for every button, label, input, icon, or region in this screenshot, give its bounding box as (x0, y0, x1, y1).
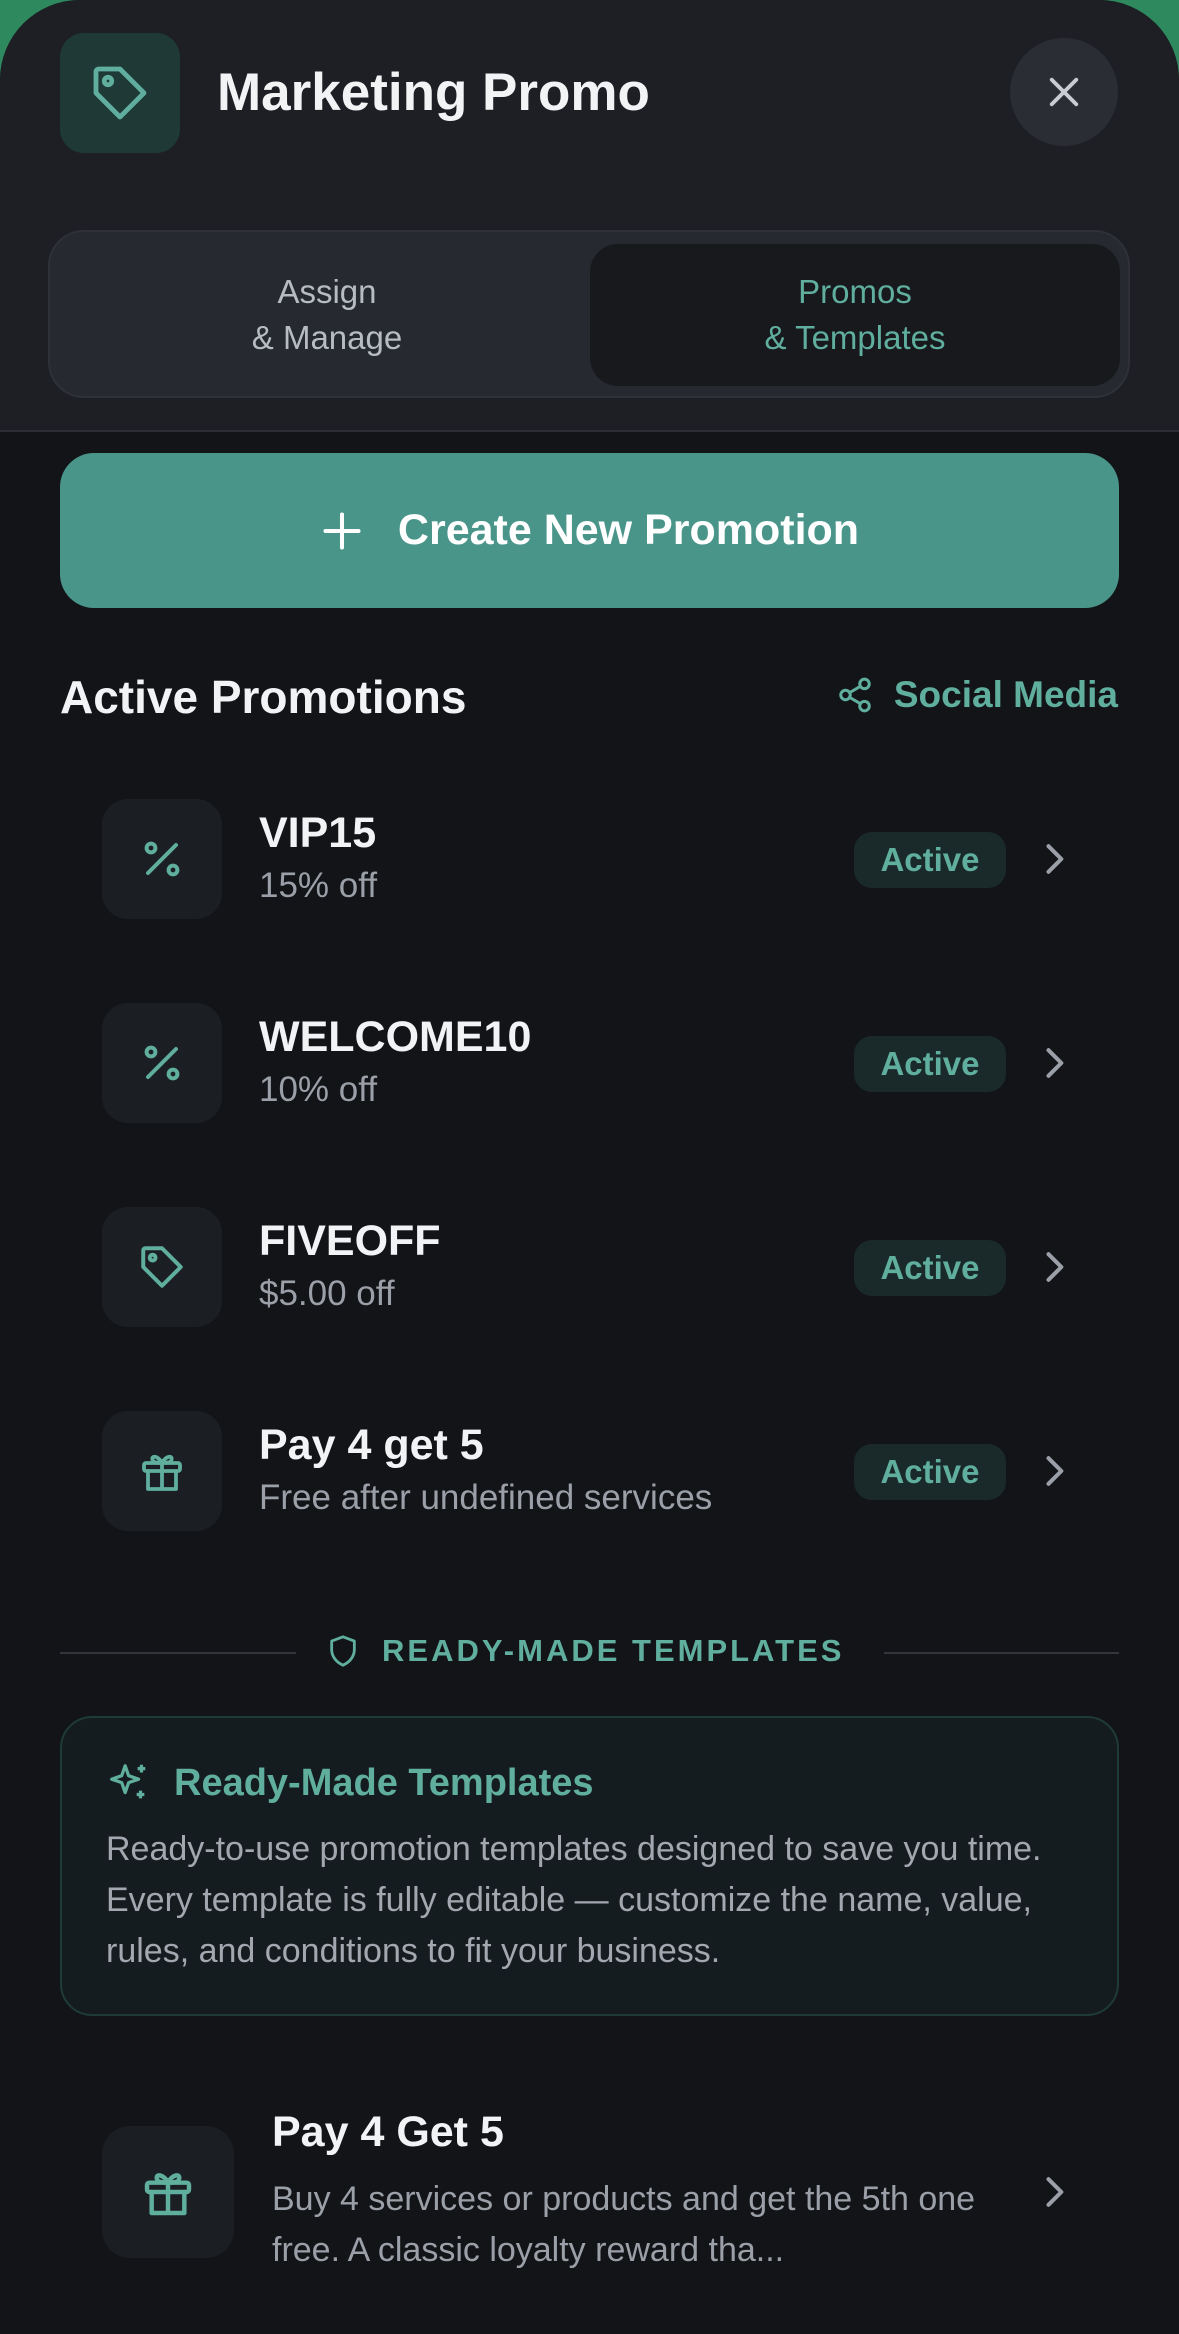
info-card-title-text: Ready-Made Templates (174, 1761, 594, 1804)
divider-line (884, 1652, 1119, 1654)
promotion-detail: Free after undefined services (259, 1478, 713, 1517)
status-badge: Active (854, 1444, 1006, 1500)
promotion-row[interactable]: VIP15 15% off Active (102, 799, 1082, 919)
chevron-right-icon (1046, 1048, 1064, 1078)
page-title: Marketing Promo (217, 63, 650, 122)
chevron-right-icon (1046, 2177, 1064, 2207)
promotion-row[interactable]: WELCOME10 10% off Active (102, 1003, 1082, 1123)
gift-icon (102, 2126, 234, 2258)
promotion-detail: $5.00 off (259, 1274, 395, 1313)
share-icon (839, 677, 871, 713)
template-description: Buy 4 services or products and get the 5… (272, 2180, 976, 2269)
promo-sheet: Marketing Promo Assign & Manage Promos &… (0, 0, 1179, 2334)
info-card-body: Ready-to-use promotion templates designe… (106, 1830, 1042, 1970)
social-media-label: Social Media (893, 674, 1118, 715)
close-icon (1049, 77, 1079, 107)
promotion-name: Pay 4 get 5 (259, 1421, 484, 1469)
tab-label-line2: & Templates (764, 319, 946, 356)
template-name: Pay 4 Get 5 (272, 2108, 504, 2156)
create-promotion-label: Create New Promotion (397, 506, 860, 554)
shield-icon (330, 1635, 356, 1667)
status-badge: Active (854, 1036, 1006, 1092)
promotion-name: FIVEOFF (259, 1217, 441, 1265)
templates-divider: READY-MADE TEMPLATES (326, 1633, 844, 1669)
chevron-right-icon (1046, 844, 1064, 874)
tab-assign-manage[interactable]: Assign & Manage (62, 244, 592, 386)
sheet-header: Marketing Promo Assign & Manage Promos &… (0, 0, 1179, 432)
gift-icon (102, 1411, 222, 1531)
status-badge: Active (854, 832, 1006, 888)
view-tabs: Assign & Manage Promos & Templates (48, 230, 1130, 398)
promotion-row[interactable]: FIVEOFF $5.00 off Active (102, 1207, 1082, 1327)
divider-line (60, 1652, 296, 1654)
templates-info-card: Ready-Made Templates Ready-to-use promot… (60, 1716, 1119, 2016)
sparkles-icon (110, 1764, 146, 1799)
percent-icon (102, 1003, 222, 1123)
template-row[interactable]: Pay 4 Get 5 Buy 4 services or products a… (102, 2108, 1082, 2269)
tag-icon (102, 1207, 222, 1327)
plus-icon (320, 509, 364, 553)
tab-label-line1: Assign (277, 273, 377, 310)
percent-icon (102, 799, 222, 919)
promotion-detail: 10% off (259, 1070, 378, 1109)
tab-label-line1: Promos (798, 273, 912, 310)
create-promotion-button[interactable]: Create New Promotion (60, 453, 1119, 608)
promotion-row[interactable]: Pay 4 get 5 Free after undefined service… (102, 1411, 1082, 1531)
promotion-name: VIP15 (259, 809, 377, 857)
status-badge: Active (854, 1240, 1006, 1296)
chevron-right-icon (1046, 1252, 1064, 1282)
tag-icon (60, 33, 180, 153)
social-media-link[interactable]: Social Media (836, 674, 1118, 716)
promotion-name: WELCOME10 (259, 1013, 532, 1061)
section-title-active-promotions: Active Promotions (60, 671, 467, 723)
close-button[interactable] (1010, 38, 1118, 146)
info-card-title: Ready-Made Templates (106, 1760, 594, 1806)
chevron-right-icon (1046, 1456, 1064, 1486)
tab-promos-templates[interactable]: Promos & Templates (590, 244, 1120, 386)
tab-label-line2: & Manage (251, 319, 403, 356)
promotion-detail: 15% off (259, 866, 378, 905)
templates-divider-label: READY-MADE TEMPLATES (382, 1633, 845, 1668)
